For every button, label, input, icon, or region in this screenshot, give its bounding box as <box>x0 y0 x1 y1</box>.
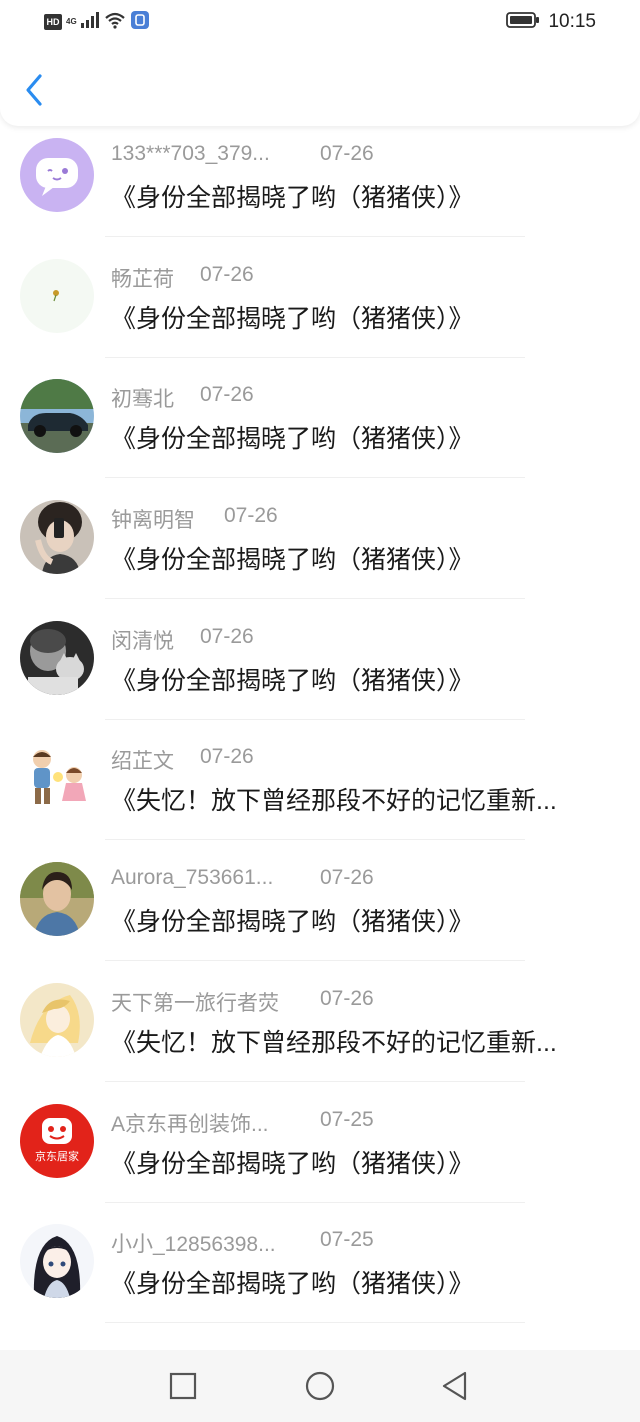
item-date: 07-26 <box>200 383 254 407</box>
item-date: 07-26 <box>320 142 374 165</box>
list-item[interactable]: Aurora_753661... 07-26 《身份全部揭晓了哟（猪猪侠）》 <box>0 850 640 971</box>
avatar[interactable] <box>20 982 94 1057</box>
network-type-label: 4G <box>66 17 77 26</box>
battery-icon <box>506 11 540 33</box>
square-icon <box>169 1372 197 1400</box>
list-item[interactable]: 畅芷荷 07-26 《身份全部揭晓了哟（猪猪侠）》 <box>0 247 640 368</box>
user-name: 钟离明智 <box>111 509 195 533</box>
item-title[interactable]: 《失忆！放下曾经那段不好的记忆重新... <box>111 781 611 817</box>
item-meta: A京东再创装饰... 07-25 <box>111 1108 374 1136</box>
recents-button[interactable] <box>165 1368 201 1404</box>
avatar[interactable] <box>20 500 94 575</box>
item-title[interactable]: 《身份全部揭晓了哟（猪猪侠）》 <box>111 1144 611 1180</box>
divider <box>105 236 525 237</box>
user-name: Aurora_753661... <box>111 866 274 890</box>
chevron-left-icon <box>26 74 42 106</box>
item-meta: Aurora_753661... 07-26 <box>111 866 374 892</box>
hd-badge: HD <box>44 14 62 30</box>
item-title[interactable]: 《身份全部揭晓了哟（猪猪侠）》 <box>111 661 611 697</box>
avatar[interactable]: 京东居家 <box>20 1103 94 1178</box>
user-name: 133***703_379... <box>111 142 270 165</box>
status-icons-left: HD 4G <box>44 10 150 34</box>
divider <box>105 477 525 479</box>
divider <box>105 1322 525 1324</box>
item-meta: 钟离明智 07-26 <box>111 504 278 532</box>
item-title[interactable]: 《身份全部揭晓了哟（猪猪侠）》 <box>111 902 611 938</box>
avatar[interactable] <box>20 741 94 816</box>
list-item[interactable]: 钟离明智 07-26 《身份全部揭晓了哟（猪猪侠）》 <box>0 488 640 609</box>
back-nav-button[interactable] <box>437 1368 473 1404</box>
avatar[interactable] <box>20 862 94 937</box>
user-name: 畅芷荷 <box>111 267 174 291</box>
list-item[interactable]: 京东居家 A京东再创装饰... 07-25 《身份全部揭晓了哟（猪猪侠）》 <box>0 1092 640 1213</box>
divider <box>105 598 525 600</box>
divider <box>105 1080 525 1082</box>
list-item[interactable]: 小小_12856398... 07-25 《身份全部揭晓了哟（猪猪侠）》 <box>0 1212 640 1333</box>
item-date: 07-25 <box>320 1107 374 1131</box>
item-meta: 天下第一旅行者荧 07-26 <box>111 987 374 1015</box>
user-name: 天下第一旅行者荧 <box>111 991 279 1015</box>
divider <box>105 839 525 841</box>
item-meta: 小小_12856398... 07-25 <box>111 1228 374 1256</box>
item-meta: 133***703_379... 07-26 <box>111 142 374 168</box>
item-date: 07-25 <box>320 1228 374 1252</box>
item-date: 07-26 <box>320 866 374 890</box>
message-list: 133***703_379... 07-26 《身份全部揭晓了哟（猪猪侠）》 畅… <box>0 126 640 1333</box>
item-date: 07-26 <box>224 504 278 528</box>
divider <box>105 356 525 358</box>
back-button[interactable] <box>18 70 54 110</box>
signal-icon <box>80 11 100 33</box>
list-item[interactable]: 绍芷文 07-26 《失忆！放下曾经那段不好的记忆重新... <box>0 729 640 850</box>
item-title[interactable]: 《身份全部揭晓了哟（猪猪侠）》 <box>111 540 611 576</box>
item-meta: 绍芷文 07-26 <box>111 745 254 773</box>
avatar[interactable] <box>20 620 94 695</box>
item-date: 07-26 <box>200 745 254 769</box>
avatar[interactable] <box>20 138 94 212</box>
item-title[interactable]: 《身份全部揭晓了哟（猪猪侠）》 <box>111 419 611 455</box>
user-name: 绍芷文 <box>111 750 174 774</box>
list-item[interactable]: 初骞北 07-26 《身份全部揭晓了哟（猪猪侠）》 <box>0 367 640 488</box>
status-icons-right: 10:15 <box>506 10 596 34</box>
status-bar: HD 4G 10:15 <box>0 0 640 44</box>
user-name: 小小_12856398... <box>111 1233 276 1257</box>
item-meta: 闵清悦 07-26 <box>111 625 254 653</box>
avatar[interactable] <box>20 1224 94 1299</box>
avatar-logo-text: 京东居家 <box>35 1149 79 1163</box>
list-item[interactable]: 133***703_379... 07-26 《身份全部揭晓了哟（猪猪侠）》 <box>0 126 640 247</box>
home-button[interactable] <box>302 1368 338 1404</box>
wifi-icon <box>104 11 126 33</box>
top-app-bar <box>0 44 640 126</box>
user-name: 闵清悦 <box>111 629 174 653</box>
item-date: 07-26 <box>200 624 254 648</box>
divider <box>105 1201 525 1203</box>
item-title[interactable]: 《身份全部揭晓了哟（猪猪侠）》 <box>111 178 611 214</box>
item-title[interactable]: 《失忆！放下曾经那段不好的记忆重新... <box>111 1023 611 1059</box>
list-item[interactable]: 闵清悦 07-26 《身份全部揭晓了哟（猪猪侠）》 <box>0 609 640 730</box>
avatar[interactable] <box>20 379 94 454</box>
list-item[interactable]: 天下第一旅行者荧 07-26 《失忆！放下曾经那段不好的记忆重新... <box>0 971 640 1092</box>
avatar[interactable] <box>20 258 94 333</box>
item-meta: 初骞北 07-26 <box>111 383 254 411</box>
app-notification-icon <box>130 10 150 34</box>
item-title[interactable]: 《身份全部揭晓了哟（猪猪侠）》 <box>111 299 611 335</box>
item-date: 07-26 <box>200 262 254 286</box>
user-name: A京东再创装饰... <box>111 1112 269 1136</box>
system-navigation-bar <box>0 1350 640 1422</box>
triangle-back-icon <box>442 1371 467 1401</box>
circle-icon <box>305 1371 335 1401</box>
user-name: 初骞北 <box>111 388 174 412</box>
item-title[interactable]: 《身份全部揭晓了哟（猪猪侠）》 <box>111 1264 611 1300</box>
clock: 10:15 <box>548 11 596 32</box>
item-date: 07-26 <box>320 986 374 1010</box>
item-meta: 畅芷荷 07-26 <box>111 263 254 291</box>
divider <box>105 718 525 720</box>
divider <box>105 960 525 962</box>
